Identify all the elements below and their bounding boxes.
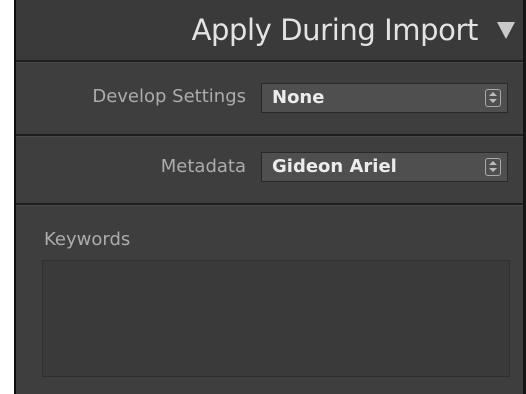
panel-title: Apply During Import: [191, 13, 479, 47]
apply-during-import-panel-frame: Apply During Import Develop Settings Non…: [0, 0, 526, 394]
metadata-value: Gideon Ariel: [272, 156, 397, 177]
up-down-stepper-icon[interactable]: [485, 89, 501, 107]
section-divider-highlight: [16, 205, 523, 206]
panel-header[interactable]: Apply During Import: [16, 0, 523, 60]
develop-settings-label: Develop Settings: [92, 86, 246, 107]
triangle-down-icon[interactable]: [497, 22, 515, 39]
develop-settings-value: None: [272, 87, 325, 108]
develop-settings-select[interactable]: None: [261, 83, 508, 113]
header-divider-highlight: [16, 62, 523, 63]
keywords-input[interactable]: [42, 260, 510, 377]
metadata-label: Metadata: [160, 156, 246, 177]
metadata-select[interactable]: Gideon Ariel: [261, 152, 508, 182]
keywords-label: Keywords: [44, 229, 131, 250]
section-divider-highlight: [16, 136, 523, 137]
up-down-stepper-icon[interactable]: [485, 158, 501, 176]
